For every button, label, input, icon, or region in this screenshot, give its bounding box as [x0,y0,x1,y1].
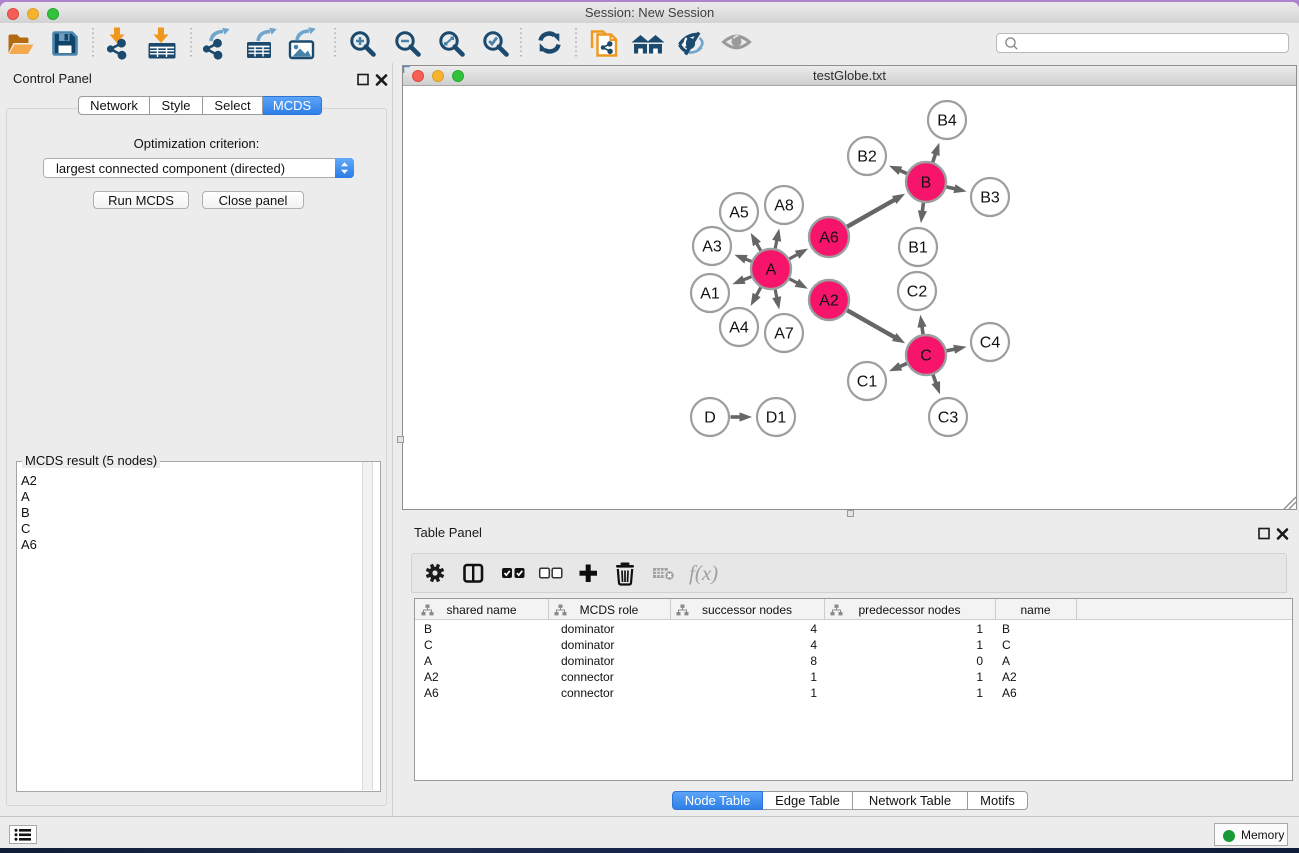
svg-text:f(x): f(x) [689,561,718,585]
svg-text:C1: C1 [857,374,878,391]
svg-text:B2: B2 [857,149,877,166]
svg-text:D1: D1 [766,410,787,427]
svg-text:C2: C2 [907,284,928,301]
svg-text:A7: A7 [774,326,794,343]
svg-text:A2: A2 [819,293,839,310]
svg-text:B: B [921,175,932,192]
svg-text:A1: A1 [700,286,720,303]
svg-text:A3: A3 [702,239,722,256]
svg-text:B3: B3 [980,190,1000,207]
svg-text:A6: A6 [819,230,839,247]
svg-text:A: A [766,262,777,279]
svg-text:A4: A4 [729,320,749,337]
svg-text:C: C [920,348,932,365]
svg-text:B4: B4 [937,113,957,130]
svg-text:A5: A5 [729,205,749,222]
svg-text:B1: B1 [908,240,928,257]
svg-text:D: D [704,410,716,427]
svg-text:C3: C3 [938,410,959,427]
svg-text:C4: C4 [980,335,1001,352]
svg-text:A8: A8 [774,198,794,215]
